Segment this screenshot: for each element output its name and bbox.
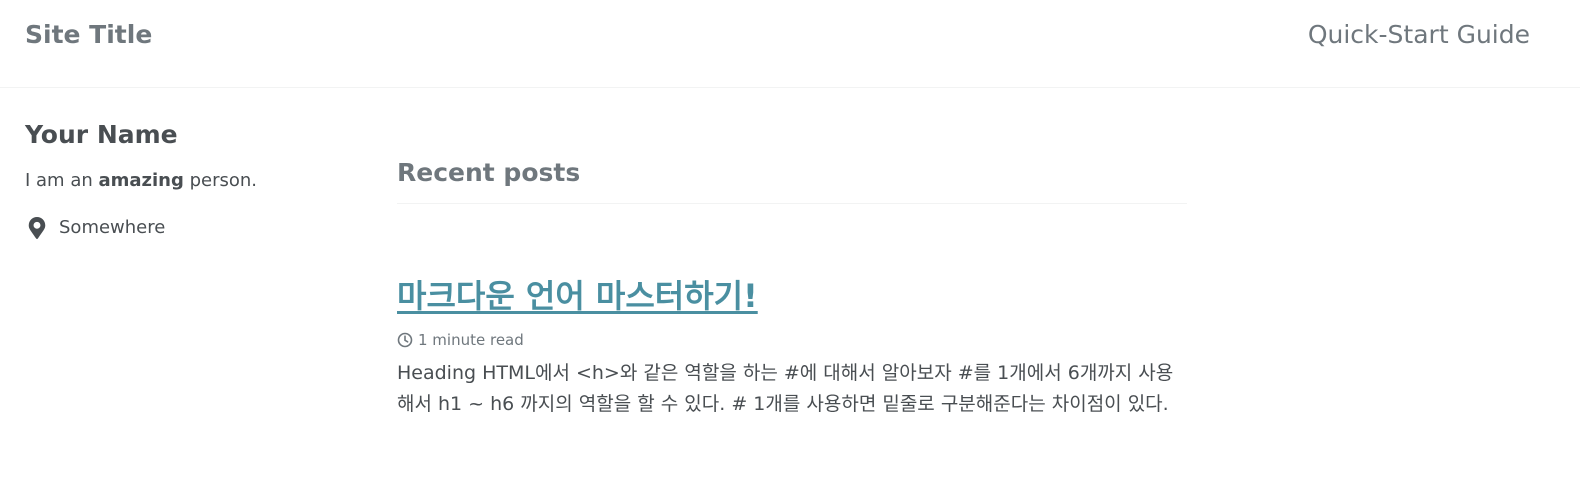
author-location: Somewhere bbox=[25, 216, 345, 240]
read-time: 1 minute read bbox=[418, 331, 524, 349]
main-content: Recent posts 마크다운 언어 마스터하기! 1 minute rea… bbox=[397, 155, 1187, 439]
masthead: Site Title Quick-Start Guide bbox=[0, 0, 1580, 88]
author-bio-suffix: person. bbox=[183, 170, 258, 191]
post-title-link[interactable]: 마크다운 언어 마스터하기! bbox=[397, 276, 758, 316]
nav-link-quick-start-guide[interactable]: Quick-Start Guide bbox=[1308, 18, 1530, 52]
author-name: Your Name bbox=[25, 120, 178, 149]
post-meta: 1 minute read bbox=[397, 330, 1187, 350]
map-marker-icon bbox=[28, 217, 46, 239]
author-bio-prefix: I am an bbox=[25, 170, 99, 191]
post-item: 마크다운 언어 마스터하기! 1 minute read Heading HTM… bbox=[397, 276, 1187, 420]
author-bio: I am an amazing person. bbox=[25, 169, 345, 193]
recent-posts-heading: Recent posts bbox=[397, 155, 1187, 204]
post-excerpt: Heading HTML에서 <h>와 같은 역할을 하는 #에 대해서 알아보… bbox=[397, 362, 1174, 415]
site-title-link[interactable]: Site Title bbox=[25, 18, 152, 52]
author-sidebar: Your Name I am an amazing person. Somewh… bbox=[25, 118, 345, 240]
author-location-text: Somewhere bbox=[59, 217, 166, 238]
clock-icon bbox=[397, 332, 413, 348]
author-bio-bold: amazing bbox=[98, 170, 184, 191]
